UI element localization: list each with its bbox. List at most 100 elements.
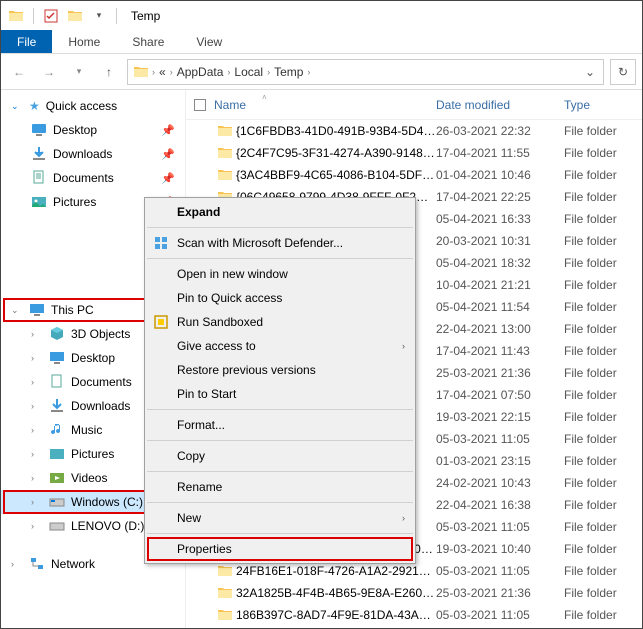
row-date: 01-03-2021 23:15 xyxy=(436,454,564,468)
folder-icon xyxy=(214,145,236,161)
menu-restore-previous[interactable]: Restore previous versions xyxy=(145,358,415,382)
row-type: File folder xyxy=(564,498,642,512)
chevron-right-icon[interactable]: › xyxy=(31,329,43,339)
row-date: 25-03-2021 21:36 xyxy=(436,366,564,380)
nav-desktop[interactable]: Desktop 📌 xyxy=(1,118,185,142)
row-type: File folder xyxy=(564,300,642,314)
music-icon xyxy=(49,422,65,438)
menu-expand[interactable]: Expand xyxy=(145,200,415,224)
row-type: File folder xyxy=(564,212,642,226)
row-date: 10-04-2021 21:21 xyxy=(436,278,564,292)
row-type: File folder xyxy=(564,564,642,578)
sort-asc-icon: ˄ xyxy=(262,93,267,102)
menu-new[interactable]: New› xyxy=(145,506,415,530)
videos-icon xyxy=(49,470,65,486)
breadcrumb-item[interactable]: Temp xyxy=(272,65,305,79)
column-header-type[interactable]: Type xyxy=(564,98,642,112)
documents-icon xyxy=(49,374,65,390)
folder-icon xyxy=(214,585,236,601)
chevron-right-icon[interactable]: › xyxy=(31,497,43,507)
chevron-right-icon[interactable]: › xyxy=(31,401,43,411)
breadcrumb-ellipsis[interactable]: « xyxy=(157,65,168,79)
downloads-icon xyxy=(31,146,47,162)
menu-separator xyxy=(147,409,413,410)
menu-give-access-to[interactable]: Give access to› xyxy=(145,334,415,358)
column-header-checkbox[interactable] xyxy=(186,99,214,111)
forward-button[interactable]: → xyxy=(37,60,61,84)
table-row[interactable]: {3AC4BBF9-4C65-4086-B104-5DF3482...01-04… xyxy=(186,164,642,186)
menu-separator xyxy=(147,533,413,534)
recent-button[interactable]: ▾ xyxy=(67,60,91,84)
menu-pin-start[interactable]: Pin to Start xyxy=(145,382,415,406)
chevron-right-icon: › xyxy=(402,513,405,523)
column-header-date[interactable]: Date modified xyxy=(436,98,564,112)
table-row[interactable]: 32A1825B-4F4B-4B65-9E8A-E2602FCD...25-03… xyxy=(186,582,642,604)
chevron-right-icon[interactable]: › xyxy=(227,67,230,77)
tab-view[interactable]: View xyxy=(180,30,238,53)
chevron-down-icon[interactable]: ▾ xyxy=(88,5,110,27)
menu-run-sandboxed[interactable]: Run Sandboxed xyxy=(145,310,415,334)
nav-quick-access[interactable]: ⌄ ★ Quick access xyxy=(1,94,185,118)
drive-icon xyxy=(49,518,65,534)
table-row[interactable]: {2C4F7C95-3F31-4274-A390-9148448A...17-0… xyxy=(186,142,642,164)
chevron-right-icon[interactable]: › xyxy=(31,425,43,435)
row-type: File folder xyxy=(564,476,642,490)
properties-qat-icon[interactable] xyxy=(40,5,62,27)
menu-format[interactable]: Format... xyxy=(145,413,415,437)
menu-properties[interactable]: Properties xyxy=(145,537,415,561)
chevron-down-icon[interactable]: ⌄ xyxy=(11,305,23,316)
chevron-right-icon[interactable]: › xyxy=(31,473,43,483)
row-date: 17-04-2021 07:50 xyxy=(436,388,564,402)
pin-icon: 📌 xyxy=(161,148,185,161)
row-name: 32A1825B-4F4B-4B65-9E8A-E2602FCD... xyxy=(236,586,436,600)
pin-icon: 📌 xyxy=(161,172,185,185)
refresh-button[interactable]: ↻ xyxy=(610,59,636,85)
tab-home[interactable]: Home xyxy=(52,30,116,53)
breadcrumb-item[interactable]: Local xyxy=(232,65,265,79)
nav-downloads[interactable]: Downloads 📌 xyxy=(1,142,185,166)
menu-open-new-window[interactable]: Open in new window xyxy=(145,262,415,286)
chevron-right-icon[interactable]: › xyxy=(170,67,173,77)
folder-qat-icon[interactable] xyxy=(64,5,86,27)
chevron-right-icon[interactable]: › xyxy=(31,377,43,387)
row-type: File folder xyxy=(564,124,642,138)
chevron-right-icon[interactable]: › xyxy=(11,559,23,569)
tab-file[interactable]: File xyxy=(1,30,52,53)
breadcrumb-item[interactable]: AppData xyxy=(175,65,226,79)
menu-scan-defender[interactable]: Scan with Microsoft Defender... xyxy=(145,231,415,255)
row-type: File folder xyxy=(564,234,642,248)
row-type: File folder xyxy=(564,256,642,270)
row-type: File folder xyxy=(564,586,642,600)
menu-pin-quick-access[interactable]: Pin to Quick access xyxy=(145,286,415,310)
menu-rename[interactable]: Rename xyxy=(145,475,415,499)
row-date: 22-04-2021 16:38 xyxy=(436,498,564,512)
menu-separator xyxy=(147,502,413,503)
drive-icon xyxy=(49,494,65,510)
table-row[interactable]: 186B397C-8AD7-4F9E-81DA-43ADF4F0...05-03… xyxy=(186,604,642,626)
address-bar[interactable]: › « › AppData › Local › Temp › ⌄ xyxy=(127,59,604,85)
row-date: 24-02-2021 10:43 xyxy=(436,476,564,490)
folder-icon xyxy=(5,5,27,27)
chevron-right-icon[interactable]: › xyxy=(31,521,43,531)
back-button[interactable]: ← xyxy=(7,60,31,84)
row-date: 05-03-2021 11:05 xyxy=(436,564,564,578)
chevron-right-icon[interactable]: › xyxy=(31,353,43,363)
table-row[interactable]: {1C6FBDB3-41D0-491B-93B4-5D40D15...26-03… xyxy=(186,120,642,142)
chevron-down-icon[interactable]: ⌄ xyxy=(581,65,599,79)
chevron-right-icon[interactable]: › xyxy=(152,67,155,77)
star-icon: ★ xyxy=(29,99,40,113)
up-button[interactable]: ↑ xyxy=(97,60,121,84)
row-type: File folder xyxy=(564,366,642,380)
row-type: File folder xyxy=(564,454,642,468)
chevron-right-icon[interactable]: › xyxy=(307,67,310,77)
tab-share[interactable]: Share xyxy=(116,30,180,53)
row-date: 26-03-2021 22:32 xyxy=(436,124,564,138)
column-header-name[interactable]: Name ˄ xyxy=(214,98,436,112)
chevron-down-icon[interactable]: ⌄ xyxy=(11,101,23,112)
chevron-right-icon[interactable]: › xyxy=(31,449,43,459)
menu-copy[interactable]: Copy xyxy=(145,444,415,468)
chevron-right-icon[interactable]: › xyxy=(267,67,270,77)
3d-objects-icon xyxy=(49,326,65,342)
nav-documents[interactable]: Documents 📌 xyxy=(1,166,185,190)
row-date: 05-03-2021 11:05 xyxy=(436,608,564,622)
